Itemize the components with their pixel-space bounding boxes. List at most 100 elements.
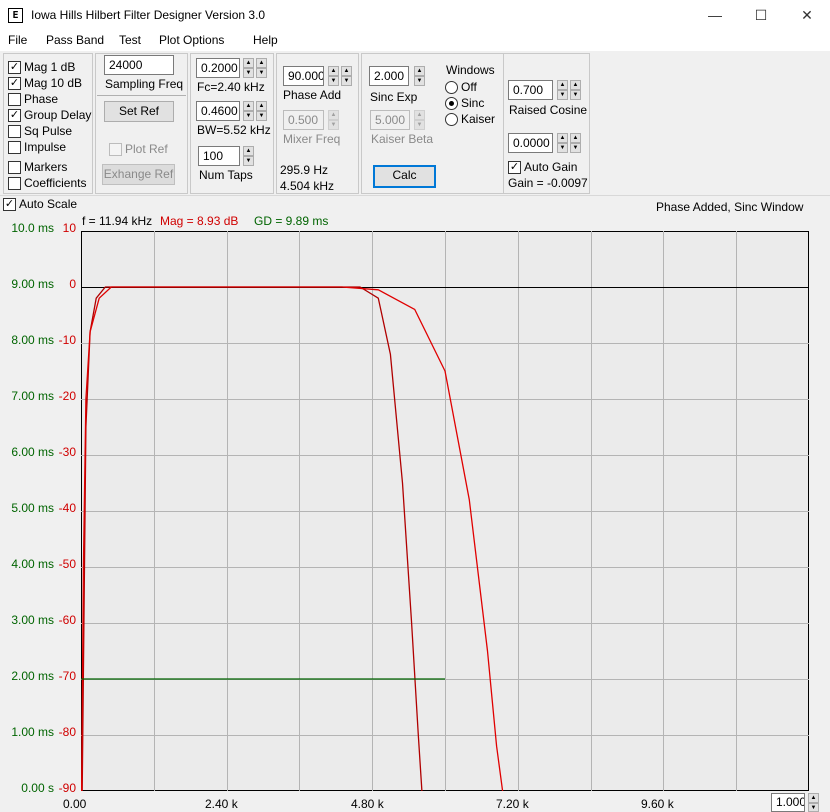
readout-frequency: f = 11.94 kHz xyxy=(82,214,153,228)
mag-1db-label: Mag 1 dB xyxy=(24,60,76,74)
bw-input[interactable]: 0.4600 xyxy=(196,101,240,121)
freq-info-2: 4.504 kHz xyxy=(280,179,335,193)
sinc-exp-spinner[interactable]: ▲ ▼ xyxy=(414,66,425,86)
bw-spinner[interactable]: ▲ ▼ xyxy=(243,101,254,121)
response-plot[interactable] xyxy=(81,231,809,791)
y-tick-ms: 8.00 ms xyxy=(11,333,54,347)
x-tick: 7.20 k xyxy=(496,797,529,811)
bw-label: BW=5.52 kHz xyxy=(197,123,271,137)
markers-label: Markers xyxy=(24,160,68,174)
phase-add-fine-spinner[interactable]: ▲ ▼ xyxy=(341,66,352,86)
bw-fine-spinner[interactable]: ▲ ▼ xyxy=(256,101,267,121)
phase-add-label: Phase Add xyxy=(283,88,342,102)
kaiser-beta-spinner[interactable]: ▲ ▼ xyxy=(414,110,425,130)
phase-checkbox[interactable] xyxy=(8,93,21,106)
sq-pulse-label: Sq Pulse xyxy=(24,124,73,138)
y-tick-db: -80 xyxy=(58,725,76,739)
window-kaiser-radio[interactable] xyxy=(445,113,458,126)
freq-info-1: 295.9 Hz xyxy=(280,163,329,177)
auto-gain-label: Auto Gain xyxy=(524,160,578,174)
menu-help[interactable]: Help xyxy=(253,33,278,47)
auto-scale-checkbox[interactable]: ✓ xyxy=(3,198,16,211)
maximize-button[interactable]: ☐ xyxy=(738,0,784,31)
close-button[interactable]: ✕ xyxy=(784,0,830,31)
auto-gain-checkbox[interactable]: ✓ xyxy=(508,161,521,174)
y-tick-db: -90 xyxy=(58,781,76,795)
y-tick-db: 0 xyxy=(69,277,76,291)
x-tick: 2.40 k xyxy=(205,797,238,811)
group-delay-checkbox[interactable]: ✓ xyxy=(8,109,21,122)
window-sinc-radio[interactable] xyxy=(445,97,458,110)
sq-pulse-checkbox[interactable] xyxy=(8,125,21,138)
phase-add-input[interactable]: 90.000 xyxy=(283,66,324,86)
y-tick-ms: 0.00 s xyxy=(21,781,54,795)
menu-pass-band[interactable]: Pass Band xyxy=(46,33,104,47)
calc-button[interactable]: Calc xyxy=(373,165,436,188)
raised-cosine-fine-spinner[interactable]: ▲ ▼ xyxy=(570,80,581,100)
impulse-label: Impulse xyxy=(24,140,67,154)
raised-cosine-spinner[interactable]: ▲ ▼ xyxy=(557,80,568,100)
set-ref-button[interactable]: Set Ref xyxy=(104,101,174,122)
sinc-exp-input[interactable]: 2.000 xyxy=(369,66,409,86)
y-tick-ms: 3.00 ms xyxy=(11,613,54,627)
mixer-freq-label: Mixer Freq xyxy=(283,132,341,146)
y-tick-db: -20 xyxy=(58,389,76,403)
mag-10db-checkbox[interactable]: ✓ xyxy=(8,77,21,90)
menu-plot-options[interactable]: Plot Options xyxy=(159,33,224,47)
y-tick-db: -60 xyxy=(58,613,76,627)
y-tick-db: -50 xyxy=(58,557,76,571)
fc-spinner[interactable]: ▲ ▼ xyxy=(243,58,254,78)
separator xyxy=(97,95,186,96)
x-tick: 9.60 k xyxy=(641,797,674,811)
sampling-freq-label: Sampling Freq xyxy=(105,77,184,91)
mag-1db-checkbox[interactable]: ✓ xyxy=(8,61,21,74)
zoom-input[interactable]: 1.000 xyxy=(771,793,805,812)
plot-status: Phase Added, Sinc Window xyxy=(656,200,804,214)
impulse-checkbox[interactable] xyxy=(8,141,21,154)
mixer-freq-spinner[interactable]: ▲ ▼ xyxy=(328,110,339,130)
gain-fine-spinner[interactable]: ▲ ▼ xyxy=(570,133,581,153)
num-taps-spinner[interactable]: ▲ ▼ xyxy=(243,146,254,166)
auto-scale-label: Auto Scale xyxy=(19,197,78,211)
plot-ref-checkbox[interactable] xyxy=(109,143,122,156)
fc-input[interactable]: 0.2000 xyxy=(196,58,240,78)
sampling-freq-input[interactable]: 24000 xyxy=(104,55,174,75)
coefficients-label: Coefficients xyxy=(24,176,87,190)
y-tick-db: -70 xyxy=(58,669,76,683)
raised-cosine-input[interactable]: 0.700 xyxy=(508,80,553,100)
y-tick-ms: 1.00 ms xyxy=(11,725,54,739)
fc-fine-spinner[interactable]: ▲ ▼ xyxy=(256,58,267,78)
y-tick-ms: 6.00 ms xyxy=(11,445,54,459)
menu-file[interactable]: File xyxy=(8,33,27,47)
num-taps-label: Num Taps xyxy=(199,168,253,182)
window-title: Iowa Hills Hilbert Filter Designer Versi… xyxy=(31,8,266,22)
y-tick-ms: 4.00 ms xyxy=(11,557,54,571)
plot-ref-label: Plot Ref xyxy=(125,142,168,156)
gain-spinner[interactable]: ▲ ▼ xyxy=(557,133,568,153)
menu-test[interactable]: Test xyxy=(119,33,141,47)
windows-title: Windows xyxy=(446,63,495,77)
coefficients-checkbox[interactable] xyxy=(8,177,21,190)
exchange-ref-button[interactable]: Exhange Ref xyxy=(102,164,175,185)
y-tick-db: -40 xyxy=(58,501,76,515)
gain-input[interactable]: 0.0000 xyxy=(508,133,553,153)
window-off-radio[interactable] xyxy=(445,81,458,94)
window-sinc-label: Sinc xyxy=(461,96,485,110)
minimize-button[interactable]: — xyxy=(692,0,738,31)
num-taps-input[interactable]: 100 xyxy=(198,146,240,166)
y-tick-db: 10 xyxy=(62,221,76,235)
window-off-label: Off xyxy=(461,80,477,94)
phase-label: Phase xyxy=(24,92,59,106)
markers-checkbox[interactable] xyxy=(8,161,21,174)
phase-add-spinner[interactable]: ▲ ▼ xyxy=(328,66,339,86)
sinc-exp-label: Sinc Exp xyxy=(370,90,418,104)
readout-group-delay: GD = 9.89 ms xyxy=(254,214,329,228)
raised-cosine-label: Raised Cosine xyxy=(509,103,588,117)
y-tick-ms: 7.00 ms xyxy=(11,389,54,403)
readout-magnitude: Mag = 8.93 dB xyxy=(160,214,239,228)
zoom-spinner[interactable]: ▲ ▼ xyxy=(808,793,819,812)
kaiser-beta-input[interactable]: 5.000 xyxy=(370,110,410,130)
x-tick: 0.00 xyxy=(63,797,87,811)
y-tick-db: -10 xyxy=(58,333,76,347)
mixer-freq-input[interactable]: 0.500 xyxy=(283,110,324,130)
